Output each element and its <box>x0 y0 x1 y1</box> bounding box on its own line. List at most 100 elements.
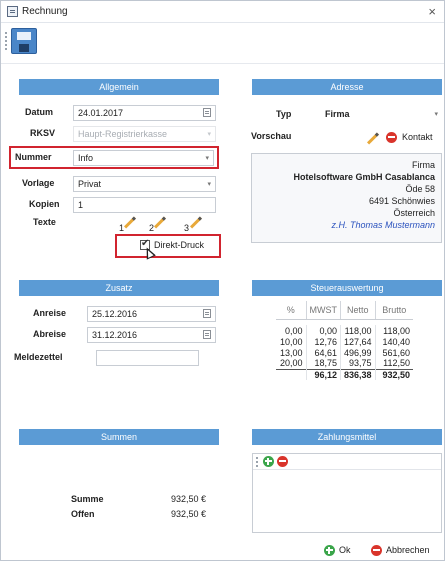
kontakt-label: Kontakt <box>402 132 433 142</box>
section-steuer: Steuerauswertung <box>252 280 442 296</box>
offen-label: Offen <box>71 509 95 519</box>
tax-cell: 18,75 <box>305 358 341 369</box>
summe-value: 932,50 € <box>170 494 206 504</box>
tax-table: % MWST Netto Brutto 0,00 0,00 118,00 118… <box>276 301 414 380</box>
save-icon[interactable] <box>11 28 37 54</box>
tax-cell: 13,00 <box>279 347 303 358</box>
texte-1-label: 1 <box>119 223 125 233</box>
tax-cell: 112,50 <box>374 358 414 369</box>
typ-select[interactable]: Firma ▾ <box>321 107 442 123</box>
tax-cell: 93,75 <box>340 358 376 369</box>
calendar-icon[interactable] <box>203 309 211 318</box>
meldezettel-label: Meldezettel <box>14 352 63 362</box>
typ-value: Firma <box>325 109 350 119</box>
tax-total-row: 96,12 836,38 932,50 <box>276 368 414 380</box>
section-summen: Summen <box>19 429 219 445</box>
table-row: 20,00 18,75 93,75 112,50 <box>276 358 414 369</box>
tax-cell: 561,60 <box>374 347 414 358</box>
address-type: Firma <box>412 160 435 170</box>
section-zahlung: Zahlungsmittel <box>252 429 442 445</box>
abreise-field[interactable]: 31.12.2016 <box>87 327 216 343</box>
texte-2-label: 2 <box>149 223 155 233</box>
abreise-value: 31.12.2016 <box>92 330 138 340</box>
table-row: 13,00 64,61 496,99 561,60 <box>276 347 414 358</box>
cancel-icon <box>371 545 382 556</box>
toolbar <box>1 24 444 64</box>
section-adresse: Adresse <box>252 79 442 95</box>
tax-header-percent: % <box>276 301 307 320</box>
direkt-druck-label: Direkt-Druck <box>154 240 205 250</box>
tax-header-mwst: MWST <box>305 301 341 320</box>
window-title: Rechnung <box>22 6 68 17</box>
vorlage-select[interactable]: Privat ▾ <box>73 176 216 192</box>
table-row: 0,00 0,00 118,00 118,00 <box>276 325 414 336</box>
datum-field[interactable]: 24.01.2017 <box>73 105 216 121</box>
ok-label: Ok <box>339 545 351 555</box>
tax-cell: 118,00 <box>340 325 376 336</box>
anreise-label: Anreise <box>33 308 67 318</box>
edit-text-3-icon[interactable] <box>189 216 203 229</box>
tax-header-row: % MWST Netto Brutto <box>276 301 414 320</box>
address-company: Hotelsoftware GmbH Casablanca <box>293 172 435 182</box>
tax-header-netto: Netto <box>340 301 376 320</box>
tax-total-cell: 836,38 <box>340 368 376 380</box>
tax-cell: 0,00 <box>305 325 341 336</box>
toolbar-grip <box>256 457 258 467</box>
abreise-label: Abreise <box>33 329 67 339</box>
tax-cell: 12,76 <box>305 336 341 347</box>
offen-value: 932,50 € <box>170 509 206 519</box>
toolbar-grip <box>5 32 7 50</box>
texte-3-label: 3 <box>184 223 190 233</box>
title-bar: Rechnung × <box>1 1 444 23</box>
anreise-field[interactable]: 25.12.2016 <box>87 306 216 322</box>
edit-text-1-icon[interactable] <box>123 216 137 229</box>
summe-label: Summe <box>71 494 104 504</box>
delete-icon <box>386 132 397 143</box>
close-icon[interactable]: × <box>428 4 436 19</box>
ok-button[interactable]: Ok <box>321 542 355 560</box>
edit-text-2-icon[interactable] <box>153 216 167 229</box>
chevron-down-icon: ▾ <box>205 155 209 162</box>
kopien-input[interactable]: 1 <box>73 197 216 213</box>
invoice-dialog: Rechnung × Allgemein Adresse Datum 24.01… <box>0 0 445 561</box>
tax-cell: 0,00 <box>284 325 303 336</box>
rksv-label: RKSV <box>30 128 56 138</box>
address-preview: Firma Hotelsoftware GmbH Casablanca Öde … <box>251 153 442 243</box>
vorlage-value: Privat <box>78 179 102 189</box>
kontakt-button[interactable]: Kontakt <box>384 129 442 147</box>
tax-cell: 496,99 <box>340 347 376 358</box>
datum-value: 24.01.2017 <box>78 108 124 118</box>
tax-total-cell: 96,12 <box>305 368 341 380</box>
nummer-value: Info <box>78 153 94 163</box>
calendar-icon[interactable] <box>203 330 211 339</box>
abbrechen-button[interactable]: Abbrechen <box>368 542 442 560</box>
address-city: 6491 Schönwies <box>368 196 435 206</box>
meldezettel-input[interactable] <box>96 350 199 366</box>
chevron-down-icon: ▾ <box>207 181 211 188</box>
payment-panel <box>252 453 442 533</box>
ok-icon <box>324 545 335 556</box>
address-street: Öde 58 <box>405 184 435 194</box>
texte-label: Texte <box>33 217 56 227</box>
nummer-select[interactable]: Info ▾ <box>73 150 214 166</box>
remove-payment-icon[interactable] <box>277 456 288 467</box>
address-attn: z.H. Thomas Mustermann <box>331 220 435 230</box>
add-payment-icon[interactable] <box>263 456 274 467</box>
tax-cell: 118,00 <box>374 325 414 336</box>
anreise-value: 25.12.2016 <box>92 309 138 319</box>
tax-total-cell: 932,50 <box>374 368 414 380</box>
address-country: Österreich <box>393 208 435 218</box>
chevron-down-icon: ▾ <box>207 131 211 138</box>
typ-label: Typ <box>276 109 292 119</box>
tax-total-cell <box>276 368 306 380</box>
tax-cell: 64,61 <box>305 347 341 358</box>
calendar-icon[interactable] <box>203 108 211 117</box>
tax-cell: 140,40 <box>374 336 414 347</box>
tax-cell: 10,00 <box>279 336 303 347</box>
window-icon <box>7 6 18 17</box>
table-row: 10,00 12,76 127,64 140,40 <box>276 336 414 347</box>
kopien-label: Kopien <box>29 199 60 209</box>
section-zusatz: Zusatz <box>19 280 219 296</box>
tax-cell: 20,00 <box>279 358 303 369</box>
edit-address-icon[interactable] <box>366 132 380 145</box>
